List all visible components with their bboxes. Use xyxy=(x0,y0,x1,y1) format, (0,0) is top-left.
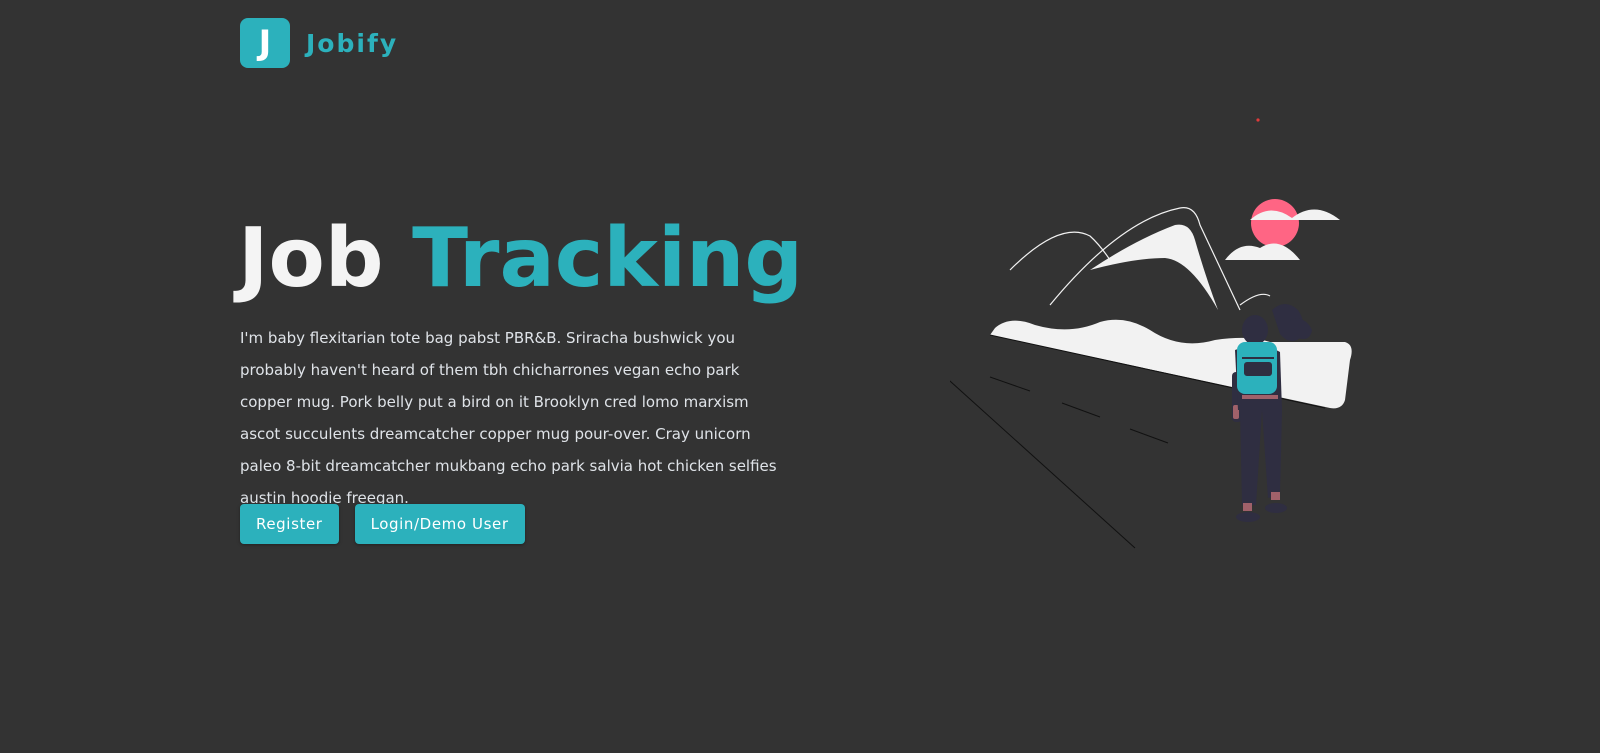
title-accent: Tracking xyxy=(412,211,804,306)
road-edge xyxy=(950,380,1136,549)
traveler-figure xyxy=(1232,304,1312,522)
road-dash xyxy=(1061,402,1101,418)
traveler-mountains-illustration xyxy=(950,118,1352,549)
logo-letter: J xyxy=(258,23,272,63)
logo-icon[interactable]: J xyxy=(240,18,290,68)
landing-page: J Jobify Job Tracking I'm baby flexitari… xyxy=(0,0,1600,753)
page-title: Job Tracking xyxy=(238,211,804,306)
navbar: J Jobify xyxy=(240,18,398,68)
road-dash xyxy=(989,376,1031,392)
register-button[interactable]: Register xyxy=(240,504,339,544)
brand-name: Jobify xyxy=(306,28,399,58)
snow-peak xyxy=(1090,224,1218,310)
mountain-outline xyxy=(1009,231,1111,271)
sun-icon xyxy=(1251,199,1299,247)
title-main: Job xyxy=(238,211,384,306)
cloud-icon xyxy=(1225,243,1300,260)
mountain-outline xyxy=(1239,293,1271,306)
hero-description: I'm baby flexitarian tote bag pabst PBR&… xyxy=(240,329,777,507)
hero-actions: Register Login/Demo User xyxy=(240,504,525,544)
road-dash xyxy=(1129,428,1169,444)
login-demo-button[interactable]: Login/Demo User xyxy=(354,504,525,544)
red-dot xyxy=(1256,118,1260,122)
